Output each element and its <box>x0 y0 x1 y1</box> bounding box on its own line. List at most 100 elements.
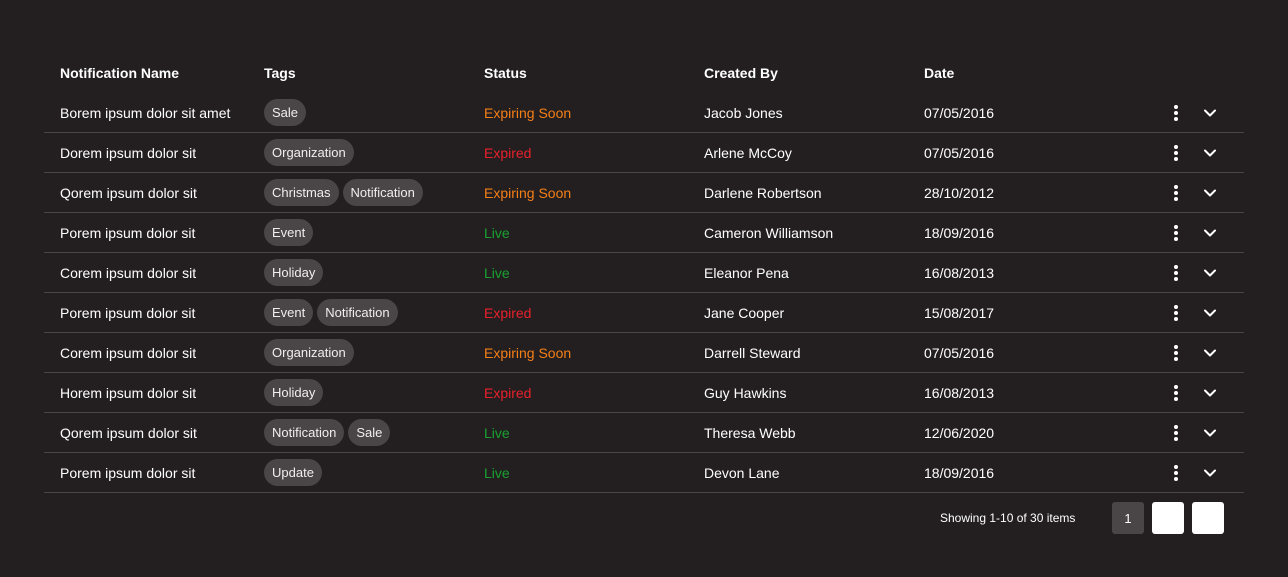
page-button[interactable] <box>1152 502 1184 534</box>
date: 18/09/2016 <box>924 464 995 481</box>
table-row[interactable]: Corem ipsum dolor sit Organization Expir… <box>44 333 1244 373</box>
date: 16/08/2013 <box>924 264 995 281</box>
date: 15/08/2017 <box>924 304 995 321</box>
table-row[interactable]: Porem ipsum dolor sit Event Live Cameron… <box>44 213 1244 253</box>
row-actions <box>1164 453 1244 493</box>
header-notification-name[interactable]: Notification Name <box>44 65 264 81</box>
tag-chip: Holiday <box>264 379 324 406</box>
tag-chip: Notification <box>342 179 423 206</box>
tags-cell: Holiday <box>264 259 484 286</box>
table-row[interactable]: Horem ipsum dolor sit Holiday Expired Gu… <box>44 373 1244 413</box>
table-row[interactable]: Qorem ipsum dolor sit Notification Sale L… <box>44 413 1244 453</box>
tags-cell: Sale <box>264 99 484 126</box>
created-by: Theresa Webb <box>704 424 796 441</box>
tag-chip: Christmas <box>264 179 339 206</box>
chevron-down-icon[interactable] <box>1198 181 1222 205</box>
created-by: Devon Lane <box>704 464 780 481</box>
table-row[interactable]: Qorem ipsum dolor sit Christmas Notificat… <box>44 173 1244 213</box>
created-by: Guy Hawkins <box>704 384 787 401</box>
tags-cell: Organization <box>264 339 484 366</box>
tags-cell: Organization <box>264 139 484 166</box>
created-by: Jacob Jones <box>704 104 783 121</box>
chevron-down-icon[interactable] <box>1198 341 1222 365</box>
created-by: Cameron Williamson <box>704 224 834 241</box>
notification-name: Horem ipsum dolor sit <box>60 384 197 401</box>
tags-cell: Event Notification <box>264 299 484 326</box>
chevron-down-icon[interactable] <box>1198 461 1222 485</box>
row-actions <box>1164 293 1244 333</box>
row-actions <box>1164 373 1244 413</box>
tag-chip: Organization <box>264 339 354 366</box>
more-vertical-icon[interactable] <box>1164 421 1188 445</box>
status-text: Live <box>484 224 510 241</box>
row-actions <box>1164 413 1244 453</box>
date: 07/05/2016 <box>924 144 995 161</box>
date: 12/06/2020 <box>924 424 995 441</box>
more-vertical-icon[interactable] <box>1164 261 1188 285</box>
more-vertical-icon[interactable] <box>1164 181 1188 205</box>
tag-chip: Event <box>264 219 314 246</box>
date: 28/10/2012 <box>924 184 995 201</box>
header-created-by[interactable]: Created By <box>704 65 924 81</box>
table-row[interactable]: Corem ipsum dolor sit Holiday Live Elean… <box>44 253 1244 293</box>
created-by: Darlene Robertson <box>704 184 822 201</box>
tags-cell: Event <box>264 219 484 246</box>
header-status[interactable]: Status <box>484 65 704 81</box>
tag-chip: Notification <box>317 299 398 326</box>
table-footer: Showing 1-10 of 30 items 1 <box>44 502 1244 534</box>
more-vertical-icon[interactable] <box>1164 381 1188 405</box>
tag-chip: Sale <box>348 419 391 446</box>
chevron-down-icon[interactable] <box>1198 381 1222 405</box>
status-text: Expired <box>484 144 532 161</box>
chevron-down-icon[interactable] <box>1198 261 1222 285</box>
more-vertical-icon[interactable] <box>1164 341 1188 365</box>
tags-cell: Notification Sale <box>264 419 484 446</box>
table-row[interactable]: Porem ipsum dolor sit Update Live Devon … <box>44 453 1244 493</box>
page-button[interactable] <box>1192 502 1224 534</box>
created-by: Jane Cooper <box>704 304 785 321</box>
chevron-down-icon[interactable] <box>1198 301 1222 325</box>
chevron-down-icon[interactable] <box>1198 421 1222 445</box>
chevron-down-icon[interactable] <box>1198 101 1222 125</box>
tag-chip: Sale <box>264 99 307 126</box>
tag-chip: Holiday <box>264 259 324 286</box>
tag-chip: Notification <box>264 419 345 446</box>
header-date[interactable]: Date <box>924 65 1124 81</box>
notification-name: Porem ipsum dolor sit <box>60 464 196 481</box>
chevron-down-icon[interactable] <box>1198 141 1222 165</box>
row-actions <box>1164 133 1244 173</box>
table-header: Notification Name Tags Status Created By… <box>44 53 1244 93</box>
notifications-table: Notification Name Tags Status Created By… <box>44 53 1244 493</box>
date: 07/05/2016 <box>924 104 995 121</box>
row-actions <box>1164 173 1244 213</box>
row-actions <box>1164 253 1244 293</box>
created-by: Eleanor Pena <box>704 264 789 281</box>
status-text: Live <box>484 424 510 441</box>
tags-cell: Update <box>264 459 484 486</box>
chevron-down-icon[interactable] <box>1198 221 1222 245</box>
notification-name: Corem ipsum dolor sit <box>60 264 197 281</box>
created-by: Arlene McCoy <box>704 144 792 161</box>
table-row[interactable]: Porem ipsum dolor sit Event Notification … <box>44 293 1244 333</box>
date: 07/05/2016 <box>924 344 995 361</box>
row-actions <box>1164 213 1244 253</box>
tag-chip: Update <box>264 459 322 486</box>
date: 18/09/2016 <box>924 224 995 241</box>
more-vertical-icon[interactable] <box>1164 221 1188 245</box>
tags-cell: Holiday <box>264 379 484 406</box>
more-vertical-icon[interactable] <box>1164 101 1188 125</box>
table-body: Borem ipsum dolor sit amet Sale Expiring… <box>44 93 1244 493</box>
header-tags[interactable]: Tags <box>264 65 484 81</box>
more-vertical-icon[interactable] <box>1164 461 1188 485</box>
table-row[interactable]: Dorem ipsum dolor sit Organization Expir… <box>44 133 1244 173</box>
notification-name: Borem ipsum dolor sit amet <box>60 104 231 121</box>
tags-cell: Christmas Notification <box>264 179 484 206</box>
more-vertical-icon[interactable] <box>1164 141 1188 165</box>
page-button[interactable]: 1 <box>1112 502 1144 534</box>
status-text: Expiring Soon <box>484 104 572 121</box>
table-row[interactable]: Borem ipsum dolor sit amet Sale Expiring… <box>44 93 1244 133</box>
more-vertical-icon[interactable] <box>1164 301 1188 325</box>
tag-chip: Event <box>264 299 314 326</box>
status-text: Expiring Soon <box>484 344 572 361</box>
status-text: Expiring Soon <box>484 184 572 201</box>
